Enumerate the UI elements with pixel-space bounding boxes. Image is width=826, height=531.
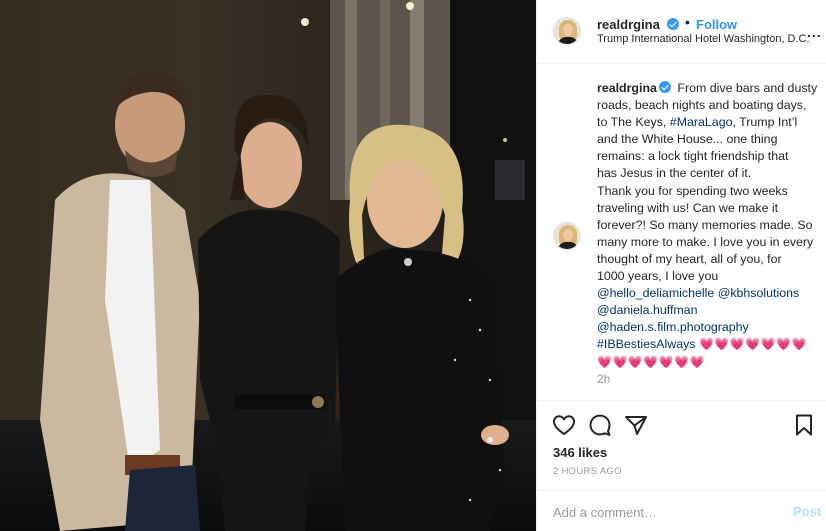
post-caption: realdrgina From dive bars and dusty road… — [597, 80, 823, 371]
heart-emojis: 💗💗💗💗💗💗💗 — [597, 354, 706, 369]
caption-text: to The Keys, — [597, 115, 667, 130]
post-header: realdrgina • Follow Trump International … — [537, 0, 826, 64]
post-photo[interactable] — [0, 0, 536, 531]
heart-icon — [552, 415, 576, 436]
caption-text: and the White House... one thing — [597, 132, 778, 147]
caption-timestamp[interactable]: 2h — [597, 372, 610, 386]
save-button[interactable] — [791, 412, 817, 438]
mention-link[interactable]: @hello_deliamichelle — [597, 286, 714, 300]
likes-count[interactable]: 346 likes — [553, 445, 607, 460]
hashtag-link[interactable]: #MaraLago — [670, 115, 733, 129]
caption-text: roads, beach nights and boating days, — [597, 98, 807, 113]
post-comment-button[interactable]: Post — [793, 504, 821, 519]
post-timestamp[interactable]: 2 HOURS AGO — [553, 466, 622, 477]
bookmark-icon — [796, 414, 812, 436]
verified-badge-icon — [658, 81, 671, 93]
caption-text: From dive bars and dusty — [677, 81, 818, 95]
caption-text: remains: a lock tight friendship that — [597, 149, 789, 164]
comment-input[interactable] — [553, 503, 773, 521]
avatar[interactable] — [553, 17, 581, 45]
like-button[interactable] — [551, 412, 577, 438]
caption-text: Thank you for spending two weeks — [597, 183, 788, 198]
caption-text: , Trump Int’l — [732, 115, 798, 130]
group-photo-image — [0, 0, 536, 531]
mention-link[interactable]: @haden.s.film.photography — [597, 319, 823, 336]
hashtag-link[interactable]: #IBBestiesAlways — [597, 337, 695, 351]
more-options-button[interactable]: ... — [807, 24, 822, 40]
comment-bar: Post — [537, 490, 826, 531]
share-icon — [625, 416, 647, 435]
caption-text: thought of my heart, all of you, for — [597, 251, 782, 266]
comment-icon — [589, 414, 611, 436]
caption-text: traveling with us! Can we make it — [597, 200, 779, 215]
post-details-panel: realdrgina • Follow Trump International … — [536, 0, 826, 531]
mention-link[interactable]: @kbhsolutions — [718, 286, 799, 300]
caption-text: 1000 years, I love you — [597, 269, 719, 284]
header-username-link[interactable]: realdrgina — [597, 17, 660, 32]
caption-text: forever?! So many memories made. So — [597, 217, 813, 232]
share-button[interactable] — [623, 412, 649, 438]
heart-emojis: 💗💗💗💗💗💗💗 — [698, 337, 808, 352]
caption-username-link[interactable]: realdrgina — [597, 81, 657, 95]
separator-dot: • — [685, 14, 690, 30]
caption-text: many more to make. I love you in every — [597, 234, 814, 249]
caption-avatar[interactable] — [553, 222, 581, 250]
location-link[interactable]: Trump International Hotel Washington, D.… — [597, 33, 810, 45]
mention-link[interactable]: @daniela.huffman — [597, 302, 823, 319]
follow-button[interactable]: Follow — [696, 17, 737, 32]
verified-badge-icon — [667, 18, 679, 30]
caption-text: has Jesus in the center of it. — [597, 166, 752, 181]
instagram-post-window: realdrgina • Follow Trump International … — [0, 0, 826, 531]
comment-button[interactable] — [587, 412, 613, 438]
